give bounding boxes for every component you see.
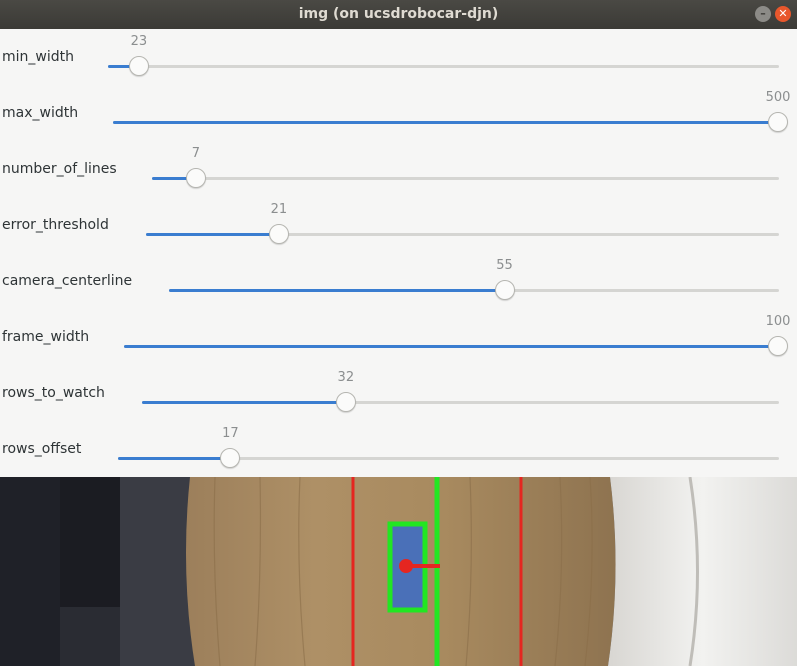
slider-row-frame-width: frame_width 100 (0, 309, 797, 365)
slider-label: rows_offset (2, 441, 82, 457)
slider-label: max_width (2, 105, 79, 121)
slider-label: rows_to_watch (2, 385, 105, 401)
slider-track[interactable]: 23 (108, 34, 779, 76)
slider-value: 55 (496, 258, 513, 273)
slider-row-max-width: max_width 500 (0, 85, 797, 141)
dark-wall (120, 477, 195, 666)
slider-row-min-width: min_width 23 (0, 29, 797, 85)
slider-track[interactable]: 55 (169, 258, 779, 300)
slider-value: 7 (191, 146, 201, 161)
minimize-icon[interactable]: – (755, 6, 771, 22)
title-bar[interactable]: img (on ucsdrobocar-djn) – ✕ (0, 0, 797, 29)
dark-shelf (0, 477, 60, 666)
slider-label: min_width (2, 49, 74, 65)
slider-handle[interactable] (768, 112, 788, 132)
slider-handle[interactable] (768, 336, 788, 356)
slider-fill (118, 457, 231, 460)
close-icon[interactable]: ✕ (775, 6, 791, 22)
camera-frame (0, 477, 797, 666)
slider-label: error_threshold (2, 217, 109, 233)
slider-value: 500 (765, 90, 791, 105)
centroid-dot (399, 559, 413, 573)
slider-handle[interactable] (128, 56, 149, 76)
slider-track[interactable]: 32 (142, 370, 779, 412)
camera-image (0, 477, 797, 666)
slider-handle[interactable] (335, 392, 356, 412)
slider-fill (142, 401, 346, 404)
slider-row-rows-to-watch: rows_to_watch 32 (0, 365, 797, 421)
white-wall (608, 477, 797, 666)
slider-label: number_of_lines (2, 161, 117, 177)
slider-value: 23 (130, 34, 148, 49)
slider-track[interactable]: 17 (118, 426, 779, 468)
slider-fill (146, 233, 279, 236)
slider-row-number-of-lines: number_of_lines 7 (0, 141, 797, 197)
slider-row-rows-offset: rows_offset 17 (0, 421, 797, 477)
slider-track[interactable]: 21 (146, 202, 779, 244)
slider-value: 17 (222, 426, 239, 441)
slider-value: 21 (270, 202, 288, 217)
slider-row-camera-centerline: camera_centerline 55 (0, 253, 797, 309)
slider-value: 32 (337, 370, 355, 385)
hanging-cloth (60, 477, 130, 607)
slider-fill (169, 289, 505, 292)
slider-fill (113, 121, 778, 124)
trackbar-panel: min_width 23 max_width 500 number_of_lin… (0, 29, 797, 477)
window-title: img (on ucsdrobocar-djn) (298, 6, 499, 22)
slider-row-error-threshold: error_threshold 21 (0, 197, 797, 253)
slider-value: 100 (765, 314, 791, 329)
slider-track[interactable]: 7 (152, 146, 779, 188)
slider-track[interactable]: 500 (113, 90, 790, 132)
slider-fill (124, 345, 778, 348)
slider-track[interactable]: 100 (124, 314, 790, 356)
slider-handle[interactable] (185, 168, 206, 188)
slider-handle[interactable] (268, 224, 289, 244)
slider-handle[interactable] (494, 280, 515, 300)
slider-handle[interactable] (220, 448, 241, 468)
slider-label: frame_width (2, 329, 90, 345)
slider-label: camera_centerline (2, 273, 133, 289)
